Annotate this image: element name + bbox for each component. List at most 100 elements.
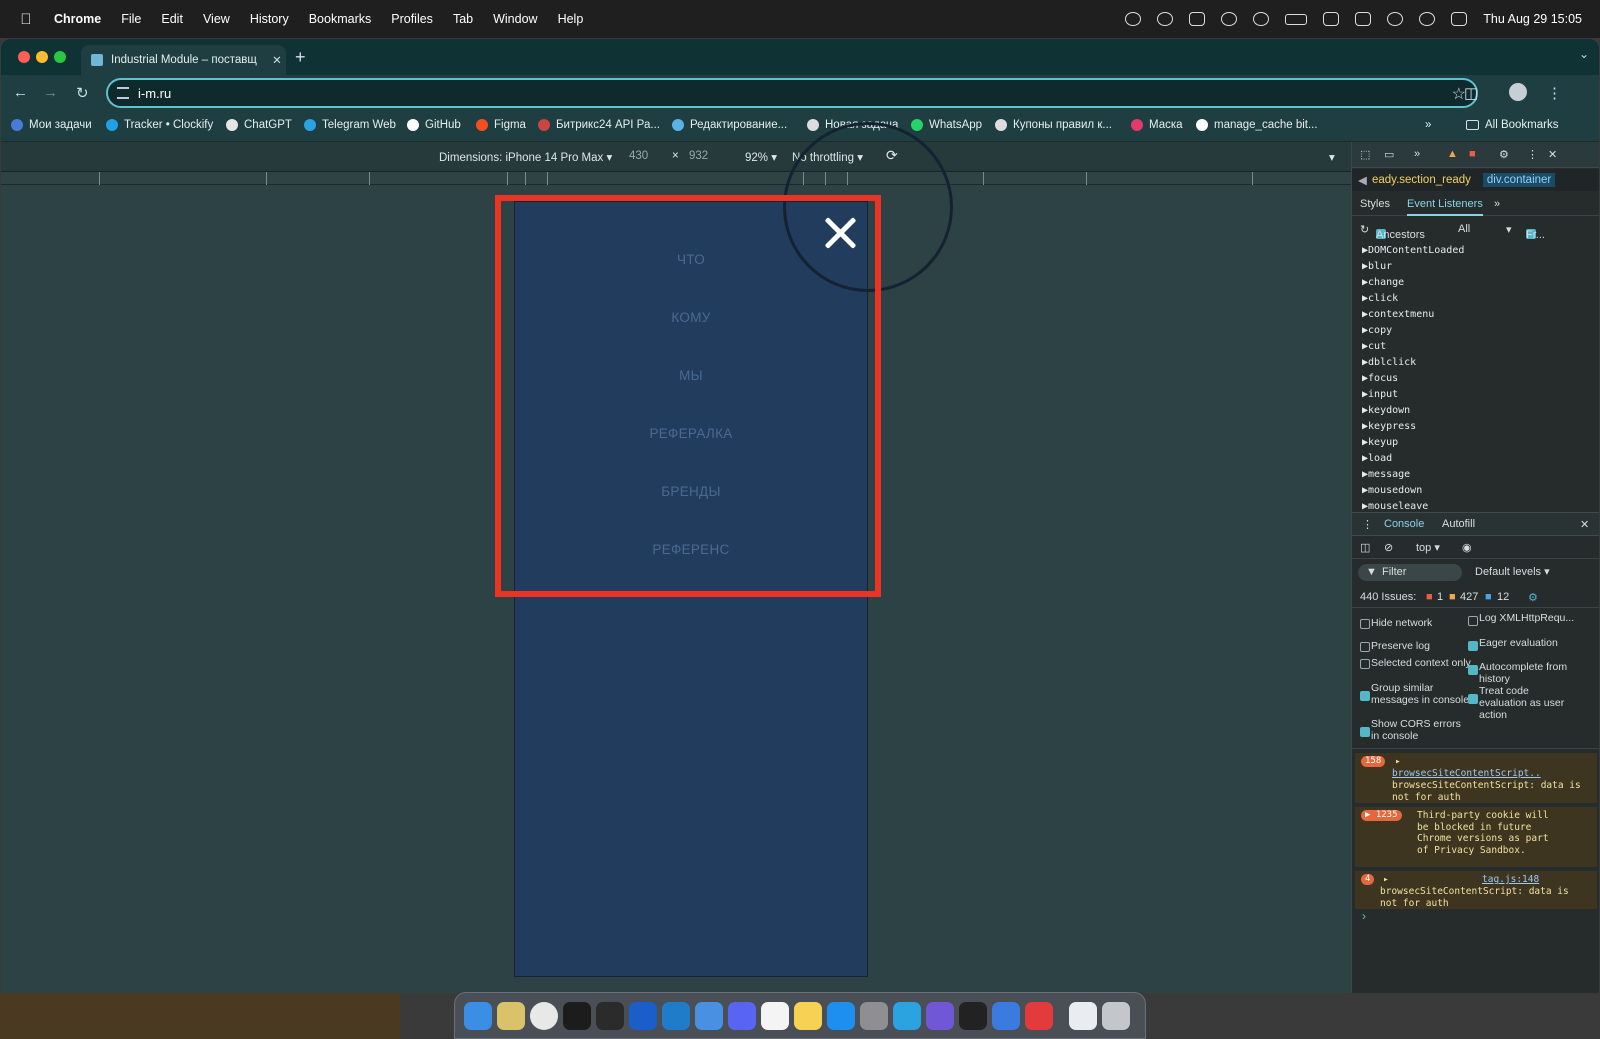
system-settings-icon[interactable]: [859, 1001, 888, 1030]
checkbox[interactable]: [1360, 619, 1370, 629]
event-item[interactable]: ▶contextmenu: [1362, 309, 1434, 320]
inspect-element-icon[interactable]: ⬚: [1360, 148, 1370, 161]
event-item[interactable]: ▶copy: [1362, 325, 1392, 336]
launchpad-icon[interactable]: [496, 1001, 525, 1030]
menu-edit[interactable]: Edit: [161, 12, 183, 26]
terminal-icon[interactable]: [562, 1001, 591, 1030]
event-item[interactable]: ▶keypress: [1362, 421, 1416, 432]
bookmark-item[interactable]: manage_cache bit...: [1196, 119, 1318, 131]
event-item[interactable]: ▶input: [1362, 389, 1398, 400]
bookmark-item[interactable]: Tracker • Clockify: [106, 119, 213, 131]
event-item[interactable]: ▶cut: [1362, 341, 1386, 352]
checkbox[interactable]: [1468, 641, 1478, 651]
checkbox[interactable]: [1468, 616, 1478, 626]
play-icon[interactable]: [1253, 12, 1270, 26]
device-toolbar-more-icon[interactable]: ▾: [1329, 150, 1335, 164]
breadcrumb-container[interactable]: div.container: [1482, 173, 1556, 187]
console-prompt[interactable]: ›: [1362, 909, 1366, 923]
mail-icon[interactable]: [694, 1001, 723, 1030]
expand-arrow-icon[interactable]: ▸: [1383, 874, 1389, 886]
bookmark-item[interactable]: ChatGPT: [226, 119, 292, 131]
refresh-icon[interactable]: ↻: [1360, 223, 1369, 236]
console-filter-input[interactable]: ▼ Filter: [1358, 564, 1462, 581]
bookmark-item[interactable]: Figma: [476, 119, 526, 131]
bookmark-item[interactable]: Мои задачи: [11, 119, 92, 131]
menu-view[interactable]: View: [203, 12, 230, 26]
url-text[interactable]: i-m.ru: [138, 86, 171, 101]
console-message[interactable]: ▶ 1235 Third-party cookie will be blocke…: [1355, 807, 1597, 867]
tab-more[interactable]: »: [1494, 198, 1500, 210]
bitwarden-icon[interactable]: [628, 1001, 657, 1030]
app-icon[interactable]: [925, 1001, 954, 1030]
close-tab-icon[interactable]: ✕: [268, 53, 286, 67]
bookmark-item[interactable]: Telegram Web: [304, 119, 396, 131]
message-source-link[interactable]: browsecSiteContentScript..: [1392, 768, 1541, 780]
device-toggle-icon[interactable]: ▭: [1384, 148, 1394, 161]
menu-help[interactable]: Help: [558, 12, 584, 26]
app-icon[interactable]: [1024, 1001, 1053, 1030]
menu-window[interactable]: Window: [493, 12, 537, 26]
expand-arrow-icon[interactable]: ▸: [1395, 756, 1401, 768]
settings-gear-icon[interactable]: ⚙: [1499, 148, 1509, 161]
close-window-icon[interactable]: [18, 51, 30, 63]
clock[interactable]: Thu Aug 29 15:05: [1483, 12, 1582, 26]
keyboard-layout-icon[interactable]: [1355, 12, 1372, 26]
app-icon[interactable]: [958, 1001, 987, 1030]
event-item[interactable]: ▶load: [1362, 453, 1392, 464]
menu-bookmarks[interactable]: Bookmarks: [309, 12, 372, 26]
event-item[interactable]: ▶dblclick: [1362, 357, 1416, 368]
more-panels-icon[interactable]: »: [1414, 148, 1420, 160]
warning-icon[interactable]: ▲: [1447, 148, 1458, 160]
issues-counter[interactable]: 440 Issues: ■ 1 ■ 427 ■ 12 ⚙: [1352, 586, 1599, 608]
mute-icon[interactable]: [1323, 12, 1340, 26]
profile-avatar[interactable]: [1509, 83, 1527, 101]
back-arrow-icon[interactable]: ←: [13, 84, 28, 101]
chrome-menu-kebab-icon[interactable]: ⋮: [1547, 84, 1562, 102]
event-item[interactable]: ▶keydown: [1362, 405, 1410, 416]
event-item[interactable]: ▶focus: [1362, 373, 1398, 384]
event-item[interactable]: ▶change: [1362, 277, 1404, 288]
trash-icon[interactable]: [1102, 1001, 1130, 1030]
tab-autofill[interactable]: Autofill: [1442, 518, 1475, 530]
checkbox[interactable]: [1360, 727, 1370, 737]
apple-icon[interactable]: : [16, 11, 36, 28]
calendar-icon[interactable]: [760, 1001, 789, 1030]
clear-console-icon[interactable]: ⊘: [1384, 541, 1393, 554]
app-store-icon[interactable]: [826, 1001, 855, 1030]
bookmark-item[interactable]: WhatsApp: [911, 119, 982, 131]
spotlight-search-icon[interactable]: [1419, 12, 1436, 26]
context-select[interactable]: top ▾: [1416, 541, 1440, 554]
menu-history[interactable]: History: [250, 12, 289, 26]
tab-styles[interactable]: Styles: [1360, 198, 1390, 210]
discord-icon[interactable]: [727, 1001, 756, 1030]
device-width-input[interactable]: 430: [629, 150, 648, 162]
event-item[interactable]: ▶mouseleave: [1362, 501, 1428, 511]
console-message[interactable]: 158 ▸ browsecSiteContentScript.. browsec…: [1355, 753, 1597, 803]
site-info-icon[interactable]: [117, 87, 129, 99]
event-item[interactable]: ▶blur: [1362, 261, 1392, 272]
bookmark-item[interactable]: Редактирование...: [672, 119, 787, 131]
control-center-icon[interactable]: [1451, 12, 1468, 26]
active-tab[interactable]: Industrial Module – поставщ ✕: [81, 45, 286, 75]
bookmark-item[interactable]: Маска: [1131, 119, 1183, 131]
checkbox[interactable]: [1468, 694, 1478, 704]
console-message[interactable]: 4 ▸ tag.js:148 browsecSiteContentScript:…: [1355, 871, 1597, 909]
device-dimensions-select[interactable]: Dimensions: iPhone 14 Pro Max ▾: [439, 150, 612, 164]
sidebar-toggle-icon[interactable]: ◫: [1360, 541, 1370, 554]
checkbox[interactable]: [1360, 691, 1370, 701]
event-item[interactable]: ▶keyup: [1362, 437, 1398, 448]
event-item[interactable]: ▶click: [1362, 293, 1398, 304]
checkbox[interactable]: [1360, 642, 1370, 652]
devtools-kebab-icon[interactable]: ⋮: [1527, 148, 1538, 161]
zoom-select[interactable]: 92% ▾: [745, 150, 777, 164]
device-height-input[interactable]: 932: [689, 150, 708, 162]
minimize-window-icon[interactable]: [36, 51, 48, 63]
wifi-icon[interactable]: [1387, 12, 1404, 26]
vscode-icon[interactable]: [661, 1001, 690, 1030]
address-bar[interactable]: i-m.ru ☆: [106, 78, 1478, 108]
menu-app-name[interactable]: Chrome: [54, 12, 101, 26]
console-settings-gear-icon[interactable]: ⚙: [1528, 591, 1538, 604]
forward-arrow-icon[interactable]: →: [43, 84, 58, 101]
listener-filter-select[interactable]: All: [1458, 223, 1470, 235]
menu-tab[interactable]: Tab: [453, 12, 473, 26]
